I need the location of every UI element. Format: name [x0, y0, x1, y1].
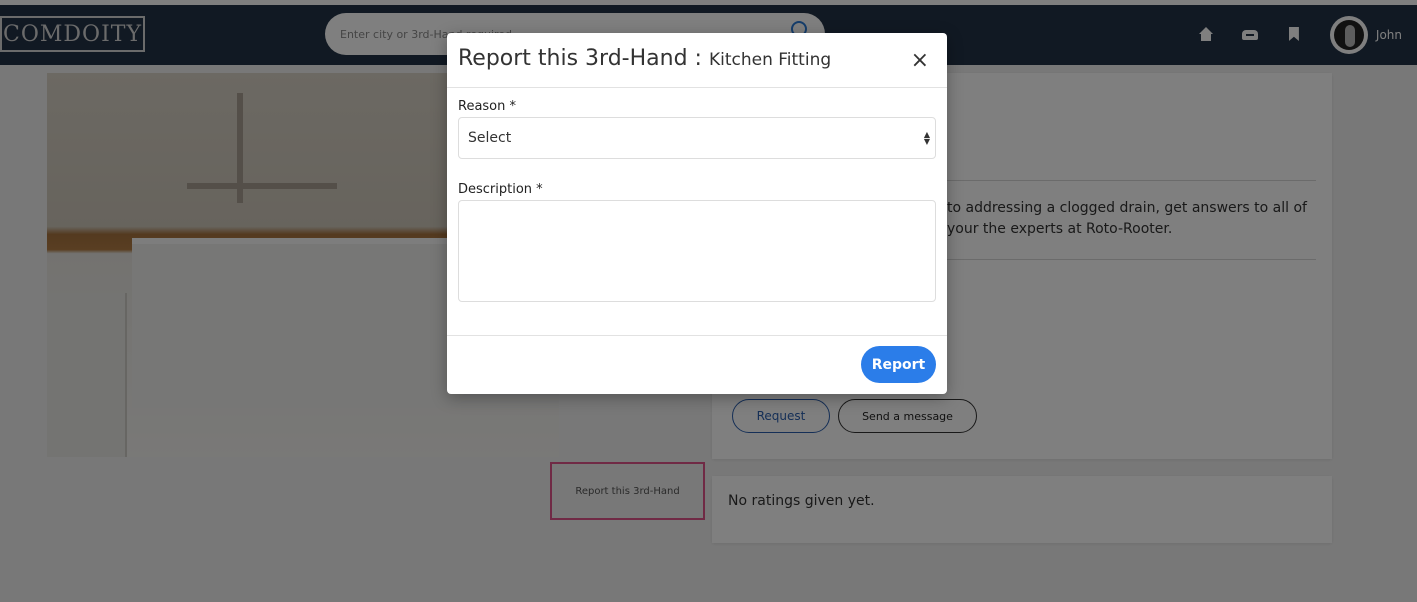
report-modal: Report this 3rd-Hand : Kitchen Fitting ×… — [447, 33, 947, 394]
reason-label: Reason * — [458, 99, 517, 114]
description-label: Description * — [458, 182, 543, 197]
modal-title-text: Report this 3rd-Hand : — [458, 46, 709, 71]
modal-subtitle: Kitchen Fitting — [708, 50, 832, 70]
reason-select[interactable]: Select ▲ ▼ — [458, 117, 936, 159]
close-icon[interactable]: × — [911, 50, 929, 72]
modal-title: Report this 3rd-Hand : Kitchen Fitting — [458, 46, 831, 71]
modal-header: Report this 3rd-Hand : Kitchen Fitting × — [447, 33, 947, 88]
report-button[interactable]: Report — [861, 346, 936, 383]
reason-value: Select — [468, 130, 512, 146]
description-textarea[interactable] — [458, 200, 936, 302]
select-arrows-icon: ▲ ▼ — [923, 130, 930, 146]
modal-footer-divider — [447, 335, 947, 336]
